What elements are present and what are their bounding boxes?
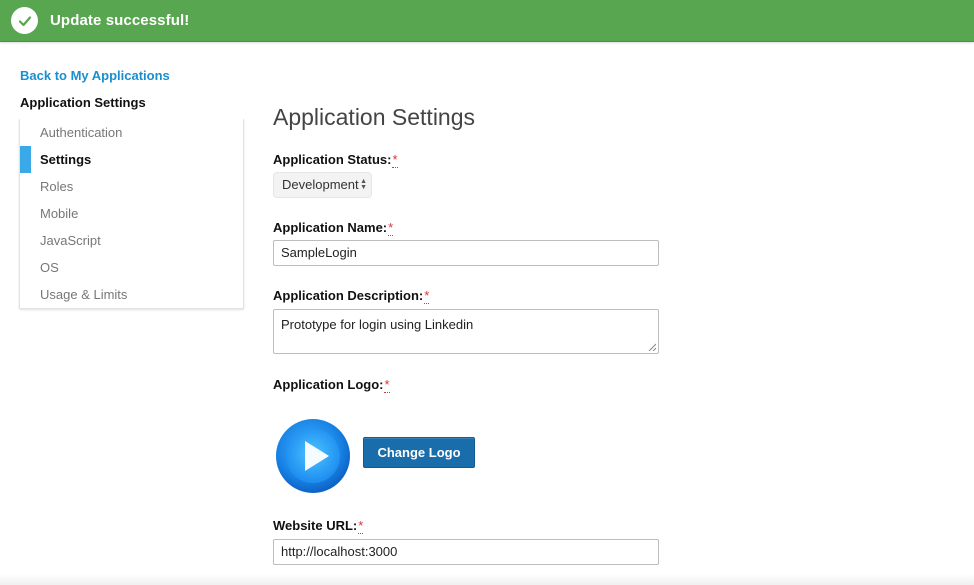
- status-select[interactable]: Development ▲ ▼: [273, 172, 372, 198]
- website-label-text: Website URL:: [273, 518, 358, 533]
- success-banner: Update successful!: [0, 0, 974, 42]
- name-label-text: Application Name:: [273, 220, 388, 235]
- website-label: Website URL:*: [273, 518, 364, 534]
- sidebar-title: Application Settings: [20, 95, 146, 110]
- change-logo-button[interactable]: Change Logo: [363, 437, 475, 468]
- page-title: Application Settings: [273, 104, 476, 130]
- application-name-input[interactable]: SampleLogin: [273, 240, 659, 266]
- footer-divider: [0, 574, 974, 585]
- required-marker: *: [392, 152, 398, 168]
- sidebar-item-authentication[interactable]: Authentication: [20, 119, 243, 146]
- status-label: Application Status:*: [273, 152, 398, 168]
- sidebar-item-roles[interactable]: Roles: [20, 173, 243, 200]
- logo-label-text: Application Logo:: [273, 377, 384, 392]
- sidebar-item-mobile[interactable]: Mobile: [20, 200, 243, 227]
- sidebar-menu: Authentication Settings Roles Mobile Jav…: [19, 119, 244, 309]
- updown-arrows-icon: ▲ ▼: [360, 178, 367, 191]
- sidebar-item-javascript[interactable]: JavaScript: [20, 227, 243, 254]
- required-marker: *: [358, 518, 364, 534]
- sidebar-item-usage-limits[interactable]: Usage & Limits: [20, 281, 243, 308]
- application-description-textarea[interactable]: Prototype for login using Linkedin: [273, 309, 659, 354]
- name-label: Application Name:*: [273, 220, 394, 236]
- logo-label: Application Logo:*: [273, 377, 390, 393]
- banner-message: Update successful!: [50, 12, 190, 29]
- required-marker: *: [424, 288, 430, 304]
- required-marker: *: [384, 377, 390, 393]
- description-value: Prototype for login using Linkedin: [281, 317, 474, 332]
- back-to-applications-link[interactable]: Back to My Applications: [20, 68, 170, 83]
- play-logo-icon: [276, 419, 350, 493]
- resize-grip-icon[interactable]: [648, 343, 656, 351]
- description-label-text: Application Description:: [273, 288, 424, 303]
- sidebar-item-os[interactable]: OS: [20, 254, 243, 281]
- required-marker: *: [388, 220, 394, 236]
- website-url-input[interactable]: http://localhost:3000: [273, 539, 659, 565]
- sidebar-item-settings[interactable]: Settings: [20, 146, 243, 173]
- description-label: Application Description:*: [273, 288, 430, 304]
- check-icon: [11, 7, 38, 34]
- status-select-value: Development: [282, 177, 359, 192]
- status-label-text: Application Status:: [273, 152, 392, 167]
